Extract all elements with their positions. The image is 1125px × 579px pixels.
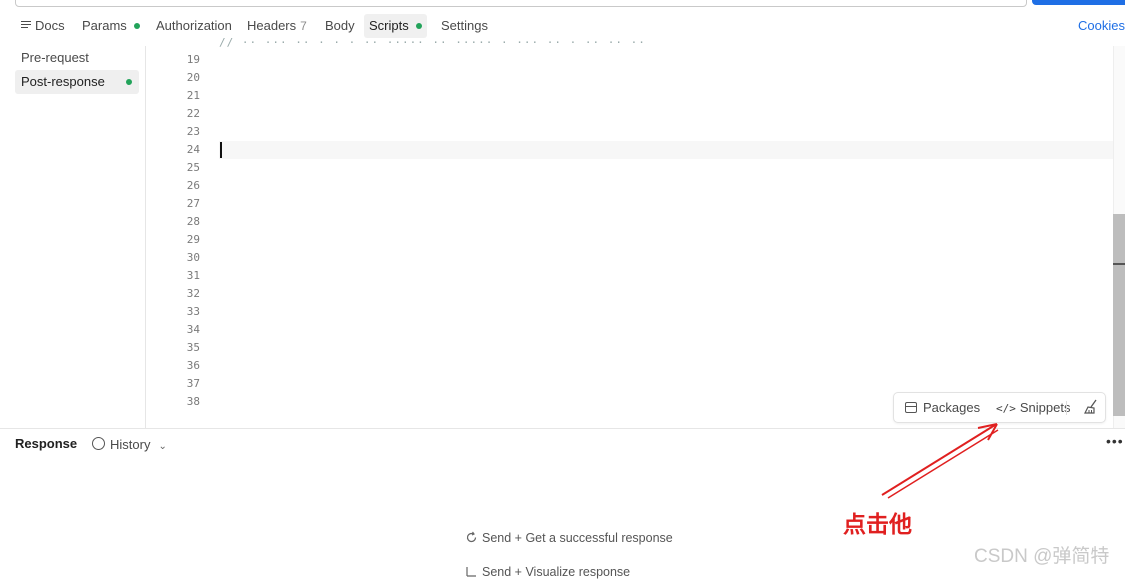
line-number: 35 bbox=[186, 341, 200, 354]
packages-label: Packages bbox=[923, 400, 981, 415]
toolbar-divider bbox=[1066, 401, 1067, 415]
line-number: 26 bbox=[186, 179, 200, 192]
text-cursor bbox=[220, 142, 222, 158]
code-line-fragment: // ·· ··· ·· · · · ·· ····· ·· ····· · ·… bbox=[219, 36, 646, 48]
tab-label: Authorization bbox=[156, 18, 232, 33]
watermark: CSDN @弹简特 bbox=[974, 546, 1110, 567]
hint-visualize-response[interactable]: Send + Visualize response bbox=[465, 565, 630, 579]
package-icon bbox=[905, 402, 917, 414]
line-number: 34 bbox=[186, 323, 200, 336]
code-editor[interactable] bbox=[146, 46, 1112, 428]
status-dot bbox=[133, 22, 140, 29]
visualize-icon bbox=[466, 567, 476, 577]
tab-scripts[interactable]: Scripts bbox=[364, 14, 427, 38]
headers-count: 7 bbox=[300, 19, 307, 33]
tab-label: Scripts bbox=[369, 18, 409, 33]
line-number: 21 bbox=[186, 89, 200, 102]
line-number: 29 bbox=[186, 233, 200, 246]
hint-label: Send + Visualize response bbox=[482, 565, 631, 579]
tab-params[interactable]: Params bbox=[82, 14, 140, 38]
hint-successful-response[interactable]: Send + Get a successful response bbox=[465, 531, 673, 545]
tab-label: Docs bbox=[35, 18, 65, 33]
tab-authorization[interactable]: Authorization bbox=[156, 14, 232, 38]
line-number: 31 bbox=[186, 269, 200, 282]
line-number: 30 bbox=[186, 251, 200, 264]
line-number: 20 bbox=[186, 71, 200, 84]
sidebar-item-post-response[interactable]: Post-response bbox=[15, 70, 139, 94]
line-number: 28 bbox=[186, 215, 200, 228]
line-number: 38 bbox=[186, 395, 200, 408]
snippets-label: Snippets bbox=[1019, 400, 1071, 415]
cookies-link[interactable]: Cookies bbox=[1078, 14, 1125, 38]
tab-headers[interactable]: Headers 7 bbox=[247, 14, 307, 38]
line-number: 27 bbox=[186, 197, 200, 210]
sidebar-item-label: Pre-request bbox=[21, 50, 89, 65]
line-number: 25 bbox=[186, 161, 200, 174]
history-label: History bbox=[110, 437, 151, 452]
response-title: Response bbox=[15, 436, 78, 451]
line-number: 24 bbox=[186, 143, 200, 156]
tab-settings[interactable]: Settings bbox=[441, 14, 488, 38]
line-number: 37 bbox=[186, 377, 200, 390]
chevron-down-icon: ⌄ bbox=[158, 441, 167, 452]
script-sidebar: Pre-request Post-response bbox=[3, 46, 146, 428]
line-number: 32 bbox=[186, 287, 200, 300]
tab-docs[interactable]: Docs bbox=[21, 14, 65, 38]
tab-label: Params bbox=[82, 18, 127, 33]
refresh-icon bbox=[466, 531, 477, 543]
more-options-icon[interactable]: ••• bbox=[1106, 433, 1124, 449]
list-icon bbox=[21, 19, 31, 30]
tab-label: Body bbox=[325, 18, 355, 33]
current-line-highlight bbox=[219, 141, 1125, 159]
url-input[interactable] bbox=[15, 0, 1027, 7]
scrollbar-marker bbox=[1113, 263, 1125, 265]
status-dot bbox=[126, 79, 132, 85]
annotation-text: 点击他 bbox=[843, 512, 912, 538]
line-number: 36 bbox=[186, 359, 200, 372]
line-number: 19 bbox=[186, 53, 200, 66]
line-number: 22 bbox=[186, 107, 200, 120]
line-number: 23 bbox=[186, 125, 200, 138]
line-number: 33 bbox=[186, 305, 200, 318]
history-icon bbox=[92, 437, 105, 451]
tab-label: Headers bbox=[247, 18, 297, 33]
hint-label: Send + Get a successful response bbox=[482, 531, 673, 545]
annotation-arrow bbox=[881, 423, 999, 499]
tab-label: Settings bbox=[441, 18, 488, 33]
send-button[interactable] bbox=[1032, 0, 1125, 5]
sidebar-item-pre-request[interactable]: Pre-request bbox=[15, 46, 139, 70]
sidebar-item-label: Post-response bbox=[21, 74, 105, 89]
broom-icon[interactable] bbox=[1082, 398, 1100, 416]
status-dot bbox=[415, 22, 422, 29]
scrollbar-thumb[interactable] bbox=[1113, 214, 1125, 416]
history-dropdown[interactable]: History ⌄ bbox=[92, 437, 167, 452]
tab-body[interactable]: Body bbox=[325, 14, 355, 38]
